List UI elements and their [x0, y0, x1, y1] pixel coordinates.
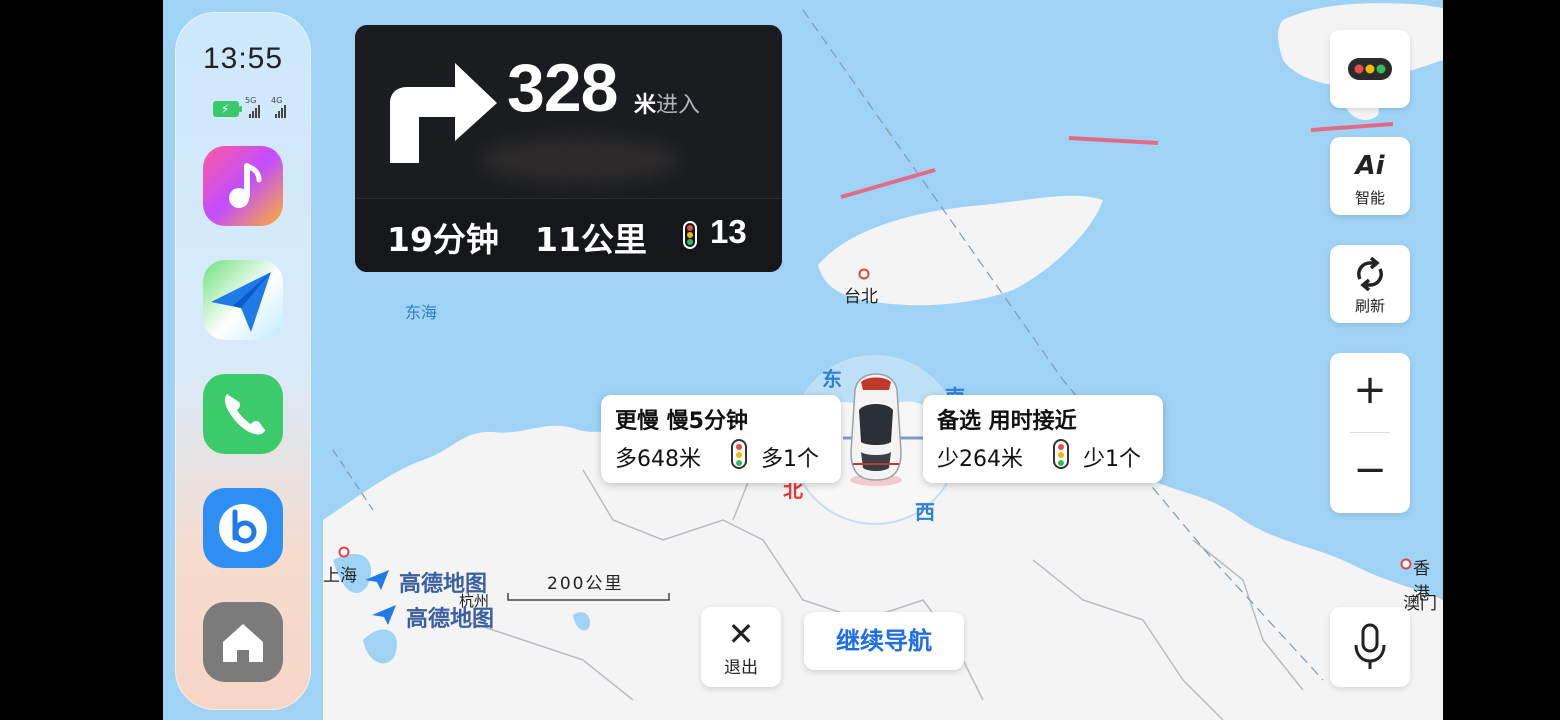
turn-instruction-card[interactable]: 328 米进入 19分钟 11公里 13 — [355, 25, 782, 272]
route-distance-diff: 多648米 — [615, 447, 701, 472]
distance-suffix: 进入 — [656, 93, 701, 118]
app-dock: 13:55 ⚡ 5G 4G — [175, 12, 311, 710]
map-label-taipei: 台北 — [844, 287, 878, 307]
refresh-icon — [1357, 257, 1383, 291]
brand-label: 高德地图 — [406, 607, 495, 632]
navigation-app-button[interactable] — [203, 260, 283, 340]
remaining-time: 19分钟 — [387, 220, 499, 259]
zoom-out-icon: − — [1353, 447, 1387, 493]
distance-value: 328 — [507, 50, 618, 126]
route-lights-diff: 多1个 — [761, 447, 819, 472]
signal-5g-icon: 5G — [245, 96, 265, 118]
compass-east-label: 东 — [822, 367, 842, 391]
traffic-light-icon — [1053, 439, 1069, 469]
distance-unit: 米进入 — [634, 87, 700, 119]
road-name-redacted — [480, 135, 680, 185]
route-lights-diff: 少1个 — [1083, 447, 1141, 472]
home-icon — [223, 624, 263, 662]
zoom-controls: + − — [1330, 353, 1410, 513]
vehicle-position-icon — [850, 373, 902, 486]
zoom-out-button[interactable]: − — [1330, 433, 1410, 513]
remaining-distance: 11公里 — [535, 220, 647, 259]
brand-watermark: 高德地图 — [365, 566, 488, 598]
route-option-alternative[interactable]: 备选 用时接近 少264米 少1个 — [923, 395, 1163, 483]
signal-4g-label: 4G — [271, 96, 283, 105]
ai-icon: Ai — [1355, 151, 1385, 181]
signal-5g-label: 5G — [245, 96, 257, 105]
refresh-label: 刷新 — [1354, 297, 1385, 315]
distance-unit-label: 米 — [634, 93, 657, 118]
brand-label: 高德地图 — [399, 572, 488, 597]
traffic-light-count: 13 — [710, 213, 747, 250]
bixby-icon — [219, 504, 267, 552]
status-clock: 13:55 — [202, 42, 284, 75]
exit-label: 退出 — [724, 658, 758, 678]
carplay-screen: 东 南 西 北 东海 台北 上海 杭州 香港 澳门 200公里 高德地图 高德地… — [163, 0, 1443, 720]
battery-icon: ⚡ — [213, 101, 242, 117]
route-distance-diff: 少264米 — [937, 447, 1023, 472]
phone-icon — [225, 394, 265, 435]
brand-logo-icon — [372, 605, 396, 625]
ai-label: 智能 — [1354, 189, 1385, 207]
map-label-sea: 东海 — [405, 303, 438, 322]
traffic-toggle-button[interactable] — [1330, 30, 1410, 108]
route-title: 更慢 慢5分钟 — [615, 409, 748, 434]
route-option-slower[interactable]: 更慢 慢5分钟 多648米 多1个 — [601, 395, 841, 483]
map-scale-label: 200公里 — [547, 574, 624, 594]
zoom-in-icon: + — [1353, 367, 1387, 413]
compass-west-label: 西 — [915, 500, 935, 524]
music-note-icon — [229, 163, 262, 208]
zoom-in-button[interactable]: + — [1330, 353, 1410, 433]
route-title: 备选 用时接近 — [937, 409, 1077, 434]
brand-watermark: 高德地图 — [372, 601, 495, 633]
paper-plane-icon — [211, 272, 271, 332]
exit-navigation-button[interactable]: ✕ 退出 — [701, 607, 781, 687]
traffic-light-icon — [1348, 58, 1392, 80]
microphone-icon — [1354, 623, 1386, 669]
home-button[interactable] — [203, 602, 283, 682]
signal-4g-icon: 4G — [271, 96, 291, 118]
traffic-light-icon — [731, 439, 747, 469]
map-label-shanghai: 上海 — [323, 566, 357, 586]
bixby-app-button[interactable] — [203, 488, 283, 568]
refresh-button[interactable]: 刷新 — [1330, 245, 1410, 323]
brand-logo-icon — [365, 570, 389, 590]
status-indicators: ⚡ 5G 4G — [213, 96, 291, 118]
voice-input-button[interactable] — [1330, 607, 1410, 687]
traffic-light-icon — [683, 221, 697, 249]
continue-navigation-button[interactable]: 继续导航 — [804, 612, 964, 670]
music-app-button[interactable] — [203, 146, 283, 226]
close-icon: ✕ — [727, 615, 755, 653]
ai-smart-button[interactable]: Ai 智能 — [1330, 137, 1410, 215]
phone-app-button[interactable] — [203, 374, 283, 454]
